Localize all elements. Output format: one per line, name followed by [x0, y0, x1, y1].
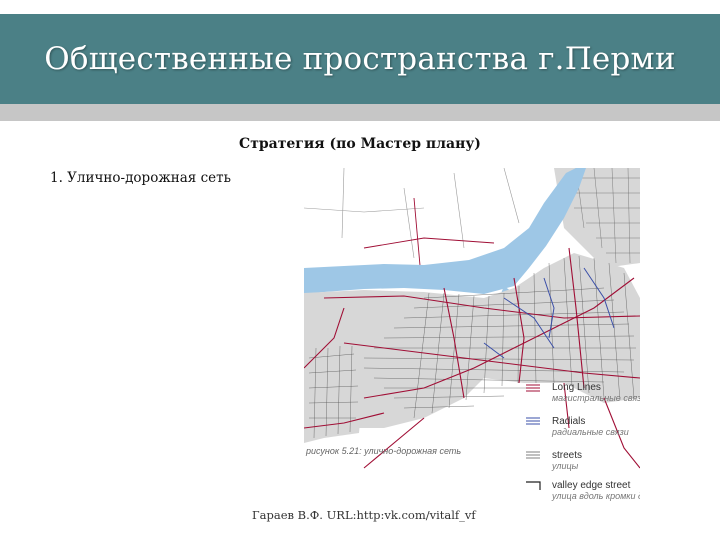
legend-label-streets: streets	[552, 450, 582, 461]
list-item: 1. Улично-дорожная сеть	[50, 170, 231, 186]
valley-edge-swatch	[526, 481, 541, 490]
footer-credit: Гараев В.Ф. URL:http:vk.com/vitalf_vf	[252, 508, 476, 522]
northern-outskirts-lines	[304, 168, 520, 259]
header-divider-band	[0, 104, 720, 121]
legend-sub-valley-edge: улица вдоль кромки долины	[551, 491, 640, 501]
map-caption: рисунок 5.21: улично-дорожная сеть	[305, 446, 461, 456]
road-network-map: Long Lines магистральные связи Radials р…	[304, 168, 640, 501]
legend-label-long-lines: Long Lines	[552, 382, 601, 393]
legend-sub-radials: радиальные связи	[551, 427, 629, 437]
legend-label-valley-edge: valley edge street	[552, 480, 631, 491]
legend-sub-long-lines: магистральные связи	[552, 393, 640, 403]
legend-label-radials: Radials	[552, 416, 585, 427]
slide-title: Общественные пространства г.Перми	[44, 41, 676, 77]
streets-swatch	[526, 451, 540, 459]
map-legend: Long Lines магистральные связи Radials р…	[526, 382, 640, 501]
title-bar: Общественные пространства г.Перми	[0, 14, 720, 104]
legend-sub-streets: улицы	[551, 461, 579, 471]
slide-subtitle: Стратегия (по Мастер плану)	[239, 136, 481, 152]
long-lines-swatch	[526, 384, 540, 392]
radials-swatch	[526, 417, 540, 425]
